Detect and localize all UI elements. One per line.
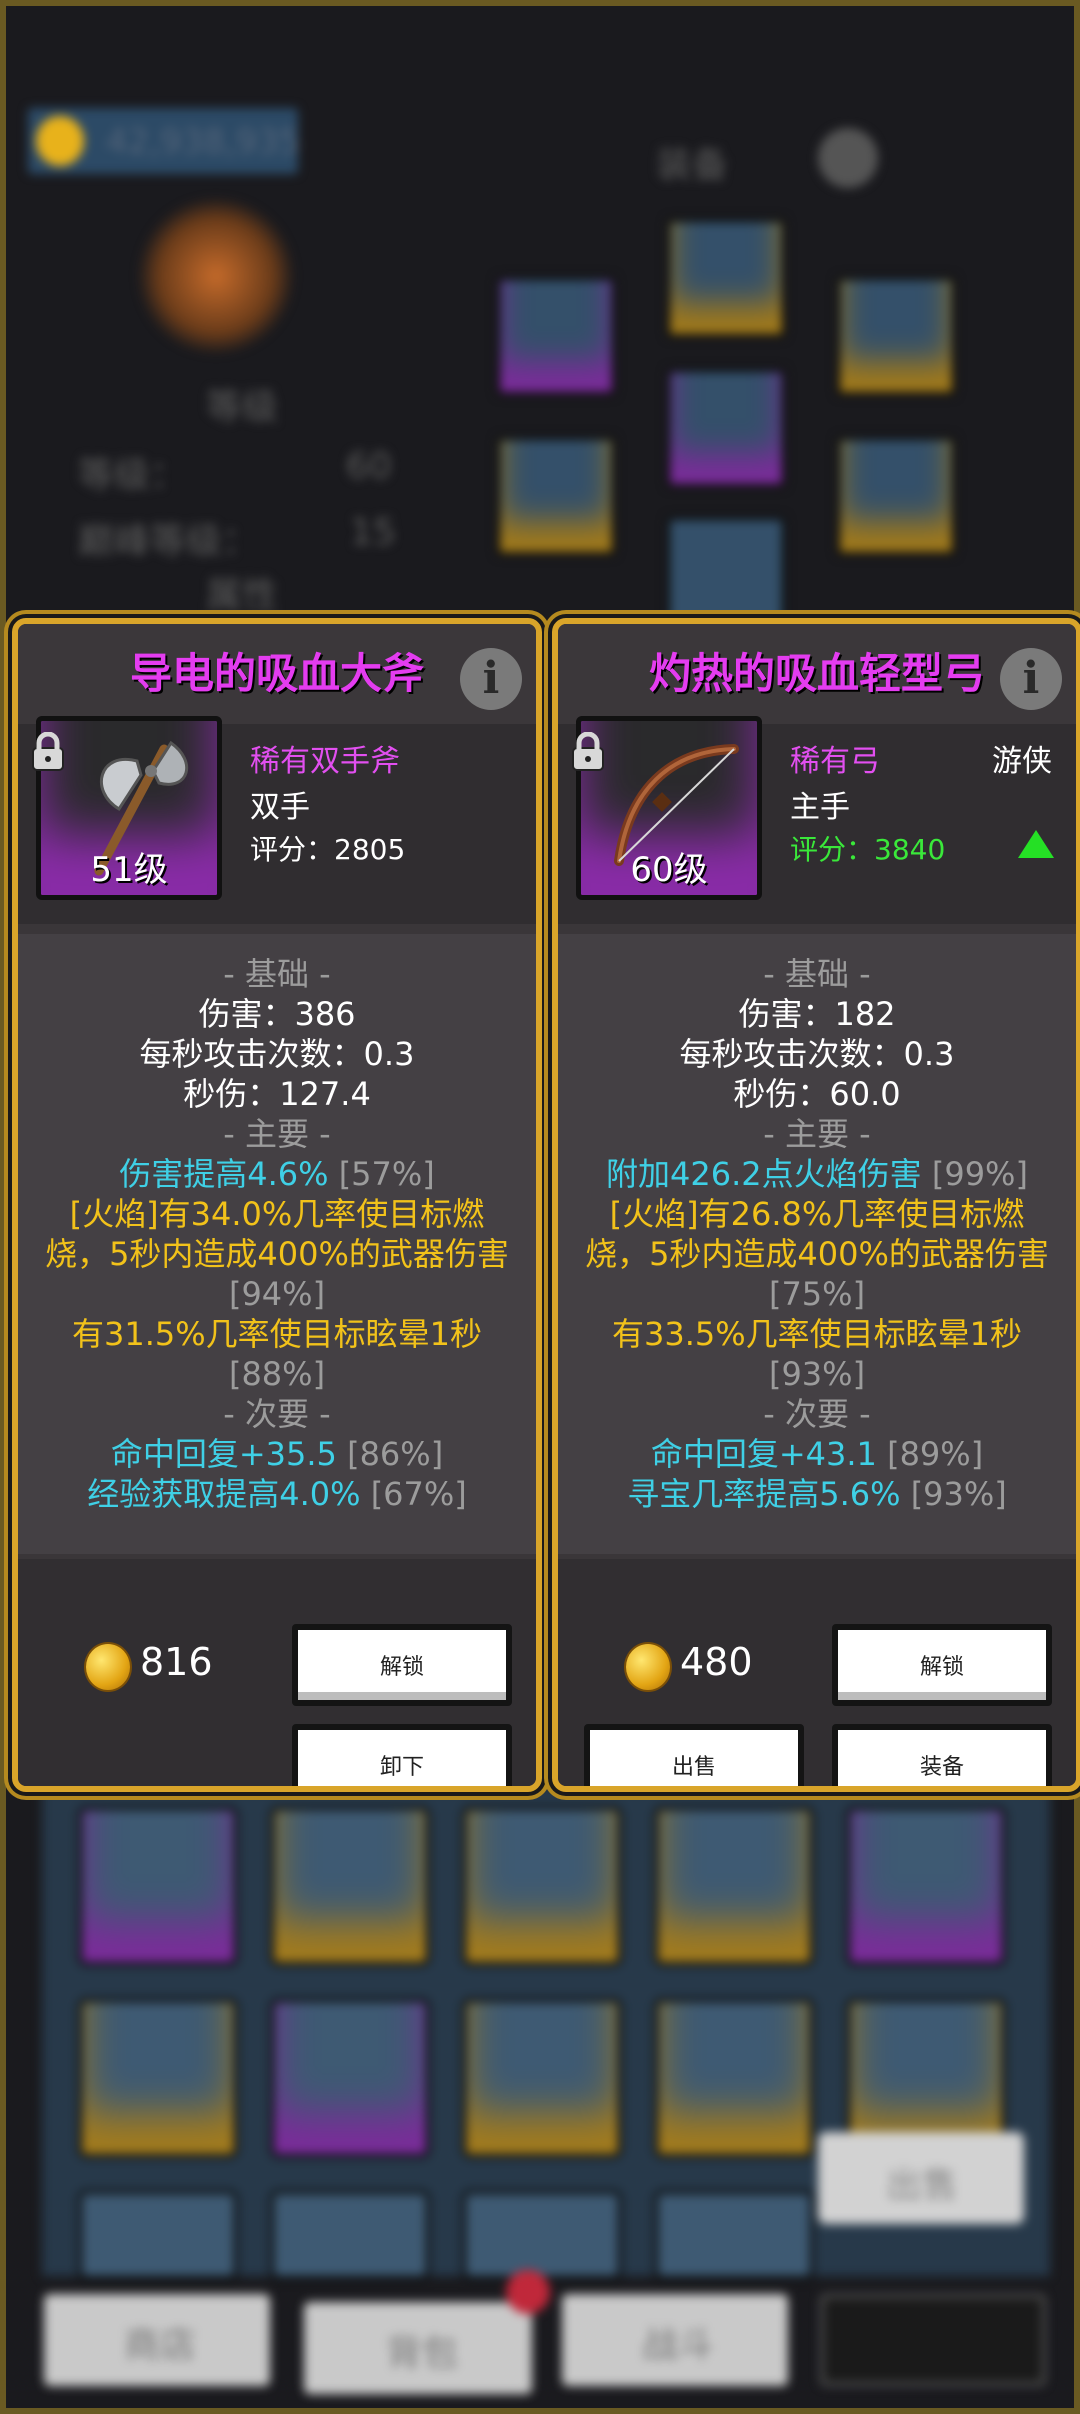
item-level: 51级 [90,850,168,890]
attr-header: 属性 [206,575,279,616]
basic-section-header: - 基础 - [223,955,331,993]
backpack-slot [654,2190,814,2280]
item-title: 灼热的吸血轻型弓 [558,624,1076,724]
primary-section-header: - 主要 - [763,1115,871,1153]
attack-speed-stat: 每秒攻击次数：0.3 [139,1035,415,1073]
bg-info-icon [818,128,878,188]
item-price: 480 [680,1640,753,1684]
backpack-slot [462,1998,622,2158]
backpack-slot [462,2190,622,2280]
backpack-slot [270,1998,430,2158]
item-rarity: 稀有弓 [790,744,880,779]
equip-slot [666,368,786,488]
primary-affix: [火焰]有26.8%几率使目标燃烧，5秒内造成400%的武器伤害 [75%] [585,1195,1049,1313]
equip-button[interactable]: 装备 [832,1724,1052,1786]
backpack-slot [462,1806,622,1966]
item-price: 816 [140,1640,213,1684]
unlock-button[interactable]: 解锁 [832,1624,1052,1706]
nav-battle-label: 战斗 [642,2325,715,2366]
item-stats: - 基础 - 伤害：386 每秒攻击次数：0.3 秒伤：127.4 - 主要 -… [18,934,536,1554]
level-header: 等级 [206,387,279,428]
info-icon: i [482,653,500,704]
info-button[interactable]: i [1000,648,1062,710]
info-button[interactable]: i [460,648,522,710]
equip-slot [836,436,956,556]
notification-badge [506,2270,550,2314]
hero-avatar [136,196,296,356]
primary-affix: 有33.5%几率使目标眩晕1秒 [93%] [611,1315,1023,1393]
backpack-slot [78,1998,238,2158]
info-icon: i [1022,653,1040,704]
item-rarity: 稀有双手斧 [250,744,400,779]
item-slot: 主手 [790,790,850,825]
coin-icon [84,1642,132,1692]
attack-speed-stat: 每秒攻击次数：0.3 [679,1035,955,1073]
sell-button[interactable]: 出售 [584,1724,804,1786]
secondary-affix: 命中回复+35.5 [86%] [110,1435,444,1473]
bg-sell-label: 出售 [886,2165,959,2206]
item-title: 导电的吸血大斧 [18,624,536,724]
item-card-equipped: 导电的吸血大斧 i 51级 稀有双手斧 双手 评分：2805 - 基础 - 伤害… [12,618,542,1792]
level-label: 等级： [78,455,187,496]
item-score: 评分：3840 [790,833,946,866]
backpack-slot [78,2190,238,2280]
equip-header: 装备 [656,145,729,186]
item-level: 60级 [630,850,708,890]
unequip-button[interactable]: 卸下 [292,1724,512,1786]
peak-level-value: 15 [350,512,396,553]
equip-slot [496,436,616,556]
equip-slot [666,218,786,338]
lock-icon[interactable] [570,732,606,772]
primary-affix: 伤害提高4.6% [57%] [119,1155,435,1193]
equip-slot [496,276,616,396]
backpack-slot [270,2190,430,2280]
primary-affix: [火焰]有34.0%几率使目标燃烧，5秒内造成400%的武器伤害 [94%] [45,1195,509,1313]
item-slot: 双手 [250,790,310,825]
basic-section-header: - 基础 - [763,955,871,993]
nav-shop-label: 商店 [124,2325,197,2366]
secondary-section-header: - 次要 - [223,1395,331,1433]
item-score: 评分：2805 [250,833,406,866]
secondary-affix: 经验获取提高4.0% [67%] [87,1475,467,1513]
item-card-new: 灼热的吸血轻型弓 i 60级 稀有弓 游侠 主手 评分：3840 - 基础 - … [552,618,1080,1792]
secondary-affix: 寻宝几率提高5.6% [93%] [627,1475,1007,1513]
damage-stat: 伤害：182 [738,995,896,1033]
backpack-slot [78,1806,238,1966]
level-value: 60 [346,446,392,487]
backpack-slot [654,1998,814,2158]
backpack-slot [270,1806,430,1966]
nav-backpack-label: 背包 [386,2333,459,2374]
nav-lock-button [820,2294,1046,2386]
secondary-section-header: - 次要 - [763,1395,871,1433]
backpack-slot [654,1806,814,1966]
equip-slot [836,276,956,396]
primary-affix: 有31.5%几率使目标眩晕1秒 [88%] [71,1315,483,1393]
gold-amount: 42,938,935 [106,122,301,162]
primary-affix: 附加426.2点火焰伤害 [99%] [606,1155,1028,1193]
backpack-slot [846,1806,1006,1966]
primary-section-header: - 主要 - [223,1115,331,1153]
gold-coin-icon [36,116,84,166]
dps-stat: 秒伤：60.0 [733,1075,901,1113]
up-arrow-icon [1018,830,1054,858]
dps-stat: 秒伤：127.4 [183,1075,371,1113]
peak-level-label: 巅峰等级： [78,521,259,562]
lock-icon[interactable] [30,732,66,772]
coin-icon [624,1642,672,1692]
unlock-button[interactable]: 解锁 [292,1624,512,1706]
damage-stat: 伤害：386 [198,995,356,1033]
item-stats: - 基础 - 伤害：182 每秒攻击次数：0.3 秒伤：60.0 - 主要 - … [558,934,1076,1554]
secondary-affix: 命中回复+43.1 [89%] [650,1435,984,1473]
item-class: 游侠 [992,744,1052,779]
